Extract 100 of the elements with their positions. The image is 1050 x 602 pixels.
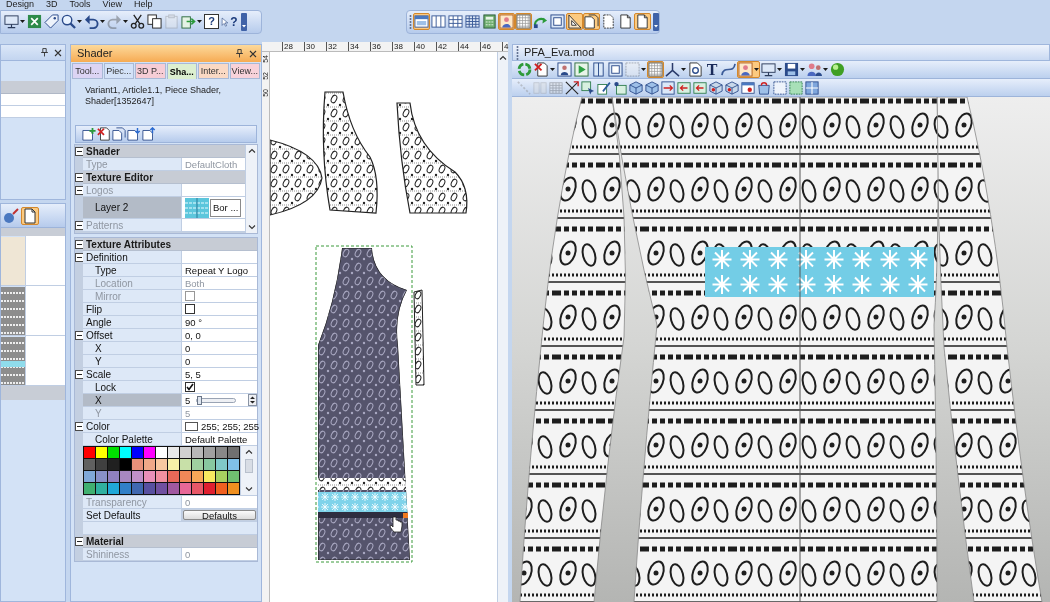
spreadsheet-icon[interactable] [27, 14, 42, 29]
menu-item[interactable]: View [102, 0, 122, 9]
pointer-icon[interactable] [221, 14, 230, 29]
cube-icon[interactable] [725, 80, 739, 95]
arrow-cross-icon[interactable] [565, 80, 579, 95]
frame-icon[interactable] [608, 62, 623, 77]
axes-icon[interactable] [665, 62, 680, 77]
color-swatch[interactable] [228, 459, 239, 470]
toolbar-overflow-icon[interactable] [653, 12, 659, 31]
menu-item[interactable]: Design [6, 0, 34, 9]
checkbox[interactable] [185, 304, 195, 314]
color-swatch[interactable] [180, 459, 191, 470]
color-swatch[interactable] [180, 471, 191, 482]
color-swatch[interactable] [132, 447, 143, 458]
set-square-button[interactable] [566, 13, 583, 30]
color-swatch[interactable] [216, 483, 227, 494]
value-field[interactable]: Default Palette [182, 433, 257, 446]
menu-item[interactable]: 3D [46, 0, 58, 9]
color-swatch[interactable] [168, 459, 179, 470]
pattern-piece[interactable] [413, 289, 425, 386]
document-icon[interactable] [618, 14, 633, 29]
thumbnail-image[interactable] [1, 337, 25, 385]
person-tool-button[interactable] [737, 61, 760, 78]
calculator-icon[interactable] [482, 14, 497, 29]
caret-icon[interactable] [197, 20, 202, 23]
value-field[interactable]: 255; 255; 255 [182, 420, 257, 433]
color-swatch[interactable] [204, 483, 215, 494]
color-swatch[interactable] [120, 483, 131, 494]
scroll-up-icon[interactable] [499, 54, 507, 62]
export-icon[interactable] [181, 14, 196, 29]
color-swatch[interactable] [108, 483, 119, 494]
value-field[interactable]: Repeat Y Logo [182, 264, 257, 277]
dashed-document-icon[interactable] [601, 14, 616, 29]
value-field[interactable] [182, 381, 257, 394]
color-swatch[interactable] [144, 447, 155, 458]
frame-icon[interactable] [550, 14, 565, 29]
value-field[interactable]: 0 [182, 355, 257, 368]
scrollbar[interactable] [240, 446, 257, 495]
caret-icon[interactable] [823, 68, 828, 71]
slider-thumb[interactable] [197, 395, 203, 405]
color-swatch[interactable] [132, 459, 143, 470]
ball-stick-icon[interactable] [3, 207, 19, 224]
bag-icon[interactable] [757, 80, 771, 95]
tab[interactable]: Tool... [72, 63, 103, 79]
cube-icon[interactable] [709, 80, 723, 95]
color-swatch[interactable] [144, 459, 155, 470]
copy-document-icon[interactable] [112, 127, 126, 141]
color-swatch[interactable] [228, 483, 239, 494]
color-swatch[interactable] [204, 471, 215, 482]
value-field[interactable]: 5 [182, 394, 257, 407]
color-swatch[interactable] [216, 447, 227, 458]
thumbnail-image[interactable] [1, 287, 25, 335]
delete-document-icon[interactable] [534, 62, 549, 77]
person-frame-icon[interactable] [557, 62, 572, 77]
color-swatch[interactable] [84, 459, 95, 470]
monitor-icon[interactable] [4, 14, 19, 29]
color-swatch[interactable] [120, 459, 131, 470]
color-swatch[interactable] [185, 421, 198, 431]
color-swatch[interactable] [132, 471, 143, 482]
columns-icon[interactable] [431, 14, 446, 29]
tab[interactable]: View... [229, 63, 260, 79]
text-tool-button[interactable]: T [705, 62, 719, 77]
caret-icon[interactable] [754, 68, 759, 71]
color-swatch[interactable] [192, 471, 203, 482]
caret-icon[interactable] [800, 68, 805, 71]
color-swatch[interactable] [96, 459, 107, 470]
checkbox[interactable] [185, 382, 195, 392]
grip-icon[interactable] [516, 44, 519, 61]
grid-icon[interactable] [465, 14, 480, 29]
document-button[interactable] [21, 206, 39, 225]
color-swatch[interactable] [192, 483, 203, 494]
cut-icon[interactable] [130, 14, 145, 29]
color-swatch[interactable] [156, 447, 167, 458]
color-swatch[interactable] [144, 483, 155, 494]
caret-icon[interactable] [77, 20, 82, 23]
window-icon[interactable] [741, 80, 755, 95]
add-document-icon[interactable] [82, 127, 96, 141]
spin-button[interactable] [248, 394, 257, 406]
color-swatch[interactable] [156, 483, 167, 494]
color-swatch[interactable] [132, 483, 143, 494]
color-swatch[interactable] [228, 471, 239, 482]
monitor-icon[interactable] [761, 62, 776, 77]
color-swatch[interactable] [216, 471, 227, 482]
tab[interactable]: 3D P... [135, 63, 166, 79]
value-field[interactable]: 0, 0 [182, 329, 257, 342]
close-icon[interactable] [54, 48, 62, 57]
document-stack-button[interactable] [583, 13, 600, 30]
copy-icon[interactable] [147, 14, 162, 29]
color-swatch[interactable] [96, 483, 107, 494]
caret-icon[interactable] [777, 68, 782, 71]
caret-icon[interactable] [20, 20, 25, 23]
cube-icon[interactable] [629, 80, 643, 95]
check-pen-icon[interactable] [597, 80, 611, 95]
value-field[interactable] [182, 251, 257, 264]
menu-item[interactable]: Tools [69, 0, 91, 9]
help-button[interactable]: ? [204, 14, 219, 29]
color-swatch[interactable] [204, 459, 215, 470]
value-field[interactable]: 5, 5 [182, 368, 257, 381]
export-document-icon[interactable] [142, 127, 156, 141]
four-panel-icon[interactable] [805, 80, 819, 95]
